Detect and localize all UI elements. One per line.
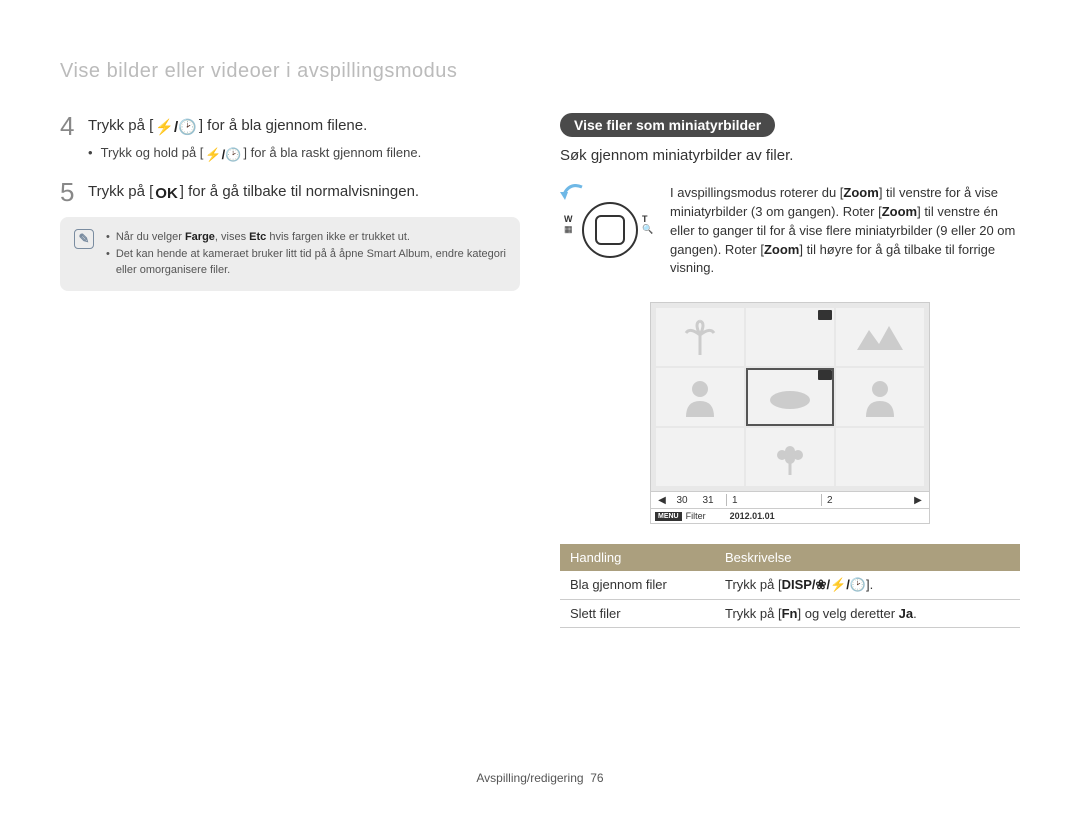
menu-icon: MENU bbox=[655, 512, 682, 521]
step-4: 4 Trykk på [⚡/🕑] for å bla gjennom filen… bbox=[60, 113, 520, 139]
text: ] for å bla gjennom filene. bbox=[199, 117, 367, 134]
text: ] for å bla raskt gjennom filene. bbox=[243, 145, 421, 160]
text: Trykk på [ bbox=[88, 183, 153, 200]
next-arrow-icon: ▶ bbox=[911, 495, 925, 506]
thumbnail-selected bbox=[746, 368, 834, 426]
status-bar: MENU Filter 2012.01.01 bbox=[651, 509, 929, 523]
table-header: Handling Beskrivelse bbox=[560, 544, 1020, 571]
table-row: Bla gjennom filer Trykk på [DISP/❀/⚡/🕑]. bbox=[560, 571, 1020, 600]
right-column: Vise filer som miniatyrbilder Søk gjenno… bbox=[560, 113, 1020, 628]
thumbnail bbox=[656, 308, 744, 366]
left-column: 4 Trykk på [⚡/🕑] for å bla gjennom filen… bbox=[60, 113, 520, 628]
day: 1 bbox=[732, 495, 816, 506]
note-list: Når du velger Farge, vises Etc hvis farg… bbox=[106, 229, 506, 279]
thumb-mode-icon: ▦ bbox=[564, 224, 573, 235]
flash-timer-icon: ⚡/🕑 bbox=[203, 147, 243, 163]
zoom-text: I avspillingsmodus roterer du [Zoom] til… bbox=[670, 184, 1020, 278]
header-cell: Handling bbox=[560, 544, 715, 571]
person-icon bbox=[680, 377, 720, 417]
filter-label: Filter bbox=[686, 511, 706, 521]
intro-text: Søk gjennom miniatyrbilder av filer. bbox=[560, 147, 1020, 164]
thumbnail bbox=[836, 308, 924, 366]
text: Trykk på [ bbox=[88, 117, 153, 134]
flower-icon bbox=[770, 437, 810, 477]
step-number: 4 bbox=[60, 113, 88, 139]
note-item: Når du velger Farge, vises Etc hvis farg… bbox=[106, 229, 506, 246]
person-icon bbox=[860, 377, 900, 417]
prev-arrow-icon: ◀ bbox=[655, 495, 669, 506]
header-cell: Beskrivelse bbox=[715, 544, 1020, 571]
dial-icon bbox=[582, 202, 638, 258]
heading-pill: Vise filer som miniatyrbilder bbox=[560, 113, 775, 137]
thumbnail-screen: ◀ 30 31 1 2 ▶ MENU Filter 2012.01.01 bbox=[650, 302, 930, 524]
rotate-arrow-icon bbox=[560, 184, 588, 204]
day: 30 bbox=[669, 495, 695, 506]
thumbnail bbox=[656, 428, 744, 486]
mountain-icon bbox=[855, 322, 905, 352]
step-4-sub: Trykk og hold på [⚡/🕑] for å bla raskt g… bbox=[88, 145, 520, 163]
tele-label: T bbox=[642, 214, 648, 224]
thumbnail-grid bbox=[651, 303, 929, 492]
thumbnail bbox=[746, 428, 834, 486]
wide-label: W bbox=[564, 214, 573, 224]
page-footer: Avspilling/redigering 76 bbox=[0, 771, 1080, 785]
ok-icon: OK bbox=[153, 185, 180, 202]
step-5: 5 Trykk på [OK] for å gå tilbake til nor… bbox=[60, 179, 520, 205]
step-text: Trykk på [OK] for å gå tilbake til norma… bbox=[88, 179, 419, 205]
thumbnail bbox=[746, 308, 834, 366]
action-table: Handling Beskrivelse Bla gjennom filer T… bbox=[560, 544, 1020, 628]
thumbnail bbox=[836, 428, 924, 486]
zoom-dial-icon: W T ▦ 🔍 bbox=[560, 184, 650, 264]
magnify-icon: 🔍 bbox=[642, 224, 653, 235]
note-box: ✎ Når du velger Farge, vises Etc hvis fa… bbox=[60, 217, 520, 291]
cloud-icon bbox=[765, 382, 815, 412]
cell: Trykk på [DISP/❀/⚡/🕑]. bbox=[715, 571, 1020, 599]
flash-timer-icon: ⚡/🕑 bbox=[153, 118, 199, 136]
video-icon bbox=[818, 310, 832, 320]
thumbnail bbox=[836, 368, 924, 426]
note-icon: ✎ bbox=[74, 229, 94, 249]
text: Trykk og hold på [ bbox=[101, 145, 204, 160]
cell: Trykk på [Fn] og velg deretter Ja. bbox=[715, 600, 1020, 627]
thumbnail bbox=[656, 368, 744, 426]
step-text: Trykk på [⚡/🕑] for å bla gjennom filene. bbox=[88, 113, 367, 139]
disp-flower-flash-timer-icon: DISP/❀/⚡/🕑 bbox=[782, 577, 866, 592]
footer-label: Avspilling/redigering bbox=[476, 771, 583, 785]
fn-icon: Fn bbox=[782, 606, 798, 621]
calendar-bar: ◀ 30 31 1 2 ▶ bbox=[651, 492, 929, 509]
day: 2 bbox=[827, 495, 911, 506]
note-item: Det kan hende at kameraet bruker litt ti… bbox=[106, 246, 506, 279]
manual-page: Vise bilder eller videoer i avspillingsm… bbox=[0, 0, 1080, 815]
page-number: 76 bbox=[590, 771, 603, 785]
step-number: 5 bbox=[60, 179, 88, 205]
cell: Slett filer bbox=[560, 600, 715, 627]
palm-icon bbox=[680, 317, 720, 357]
cell: Bla gjennom filer bbox=[560, 571, 715, 599]
video-icon bbox=[818, 370, 832, 380]
zoom-row: W T ▦ 🔍 I avspillingsmodus roterer du [Z… bbox=[560, 184, 1020, 278]
columns: 4 Trykk på [⚡/🕑] for å bla gjennom filen… bbox=[60, 113, 1020, 628]
section-title: Vise bilder eller videoer i avspillingsm… bbox=[60, 60, 1020, 83]
text: ] for å gå tilbake til normalvisningen. bbox=[180, 183, 419, 200]
date-label: 2012.01.01 bbox=[730, 511, 775, 521]
day: 31 bbox=[695, 495, 721, 506]
table-row: Slett filer Trykk på [Fn] og velg derett… bbox=[560, 600, 1020, 628]
